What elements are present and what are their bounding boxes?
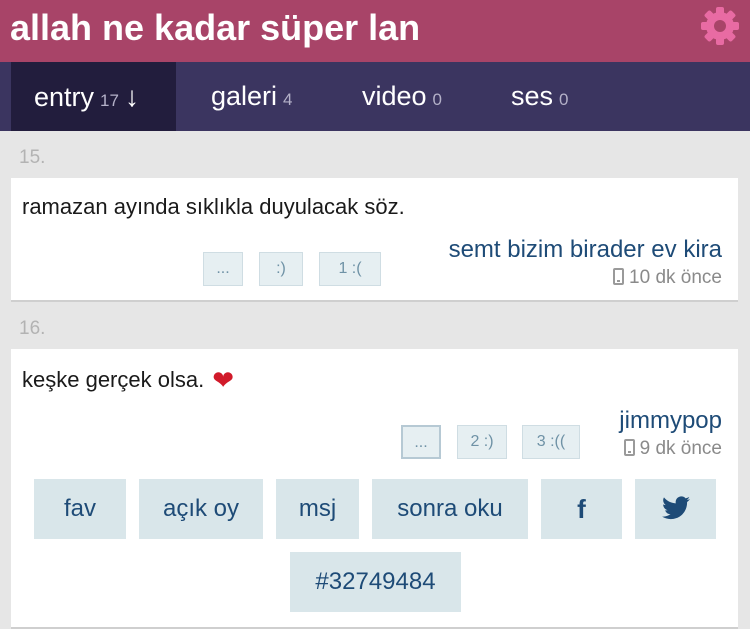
facebook-icon: f	[577, 494, 586, 524]
page-title: allah ne kadar süper lan	[10, 7, 421, 48]
tab-ses[interactable]: ses 0	[511, 62, 569, 131]
more-button[interactable]: ...	[203, 252, 243, 286]
fav-button[interactable]: fav	[34, 479, 126, 539]
mobile-phone-icon	[613, 268, 625, 285]
facebook-share-button[interactable]: f	[541, 479, 622, 539]
tab-galeri[interactable]: galeri 4	[211, 62, 293, 131]
time-label: 10 dk önce	[629, 267, 722, 288]
upvote-button[interactable]: 2 :)	[457, 425, 507, 459]
message-button[interactable]: msj	[276, 479, 359, 539]
author-link[interactable]: jimmypop	[619, 407, 722, 435]
mobile-phone-icon	[623, 439, 635, 456]
gear-icon[interactable]	[699, 5, 741, 47]
heart-icon: ❤	[212, 365, 234, 395]
downvote-button[interactable]: 3 :((	[522, 425, 580, 459]
entry-text-content: keşke gerçek olsa.	[22, 367, 205, 392]
entry-card: keşke gerçek olsa. ❤ ... 2 :) 3 :(( jimmy…	[11, 349, 738, 629]
entry-card: ramazan ayında sıklıkla duyulacak söz. .…	[11, 178, 738, 302]
more-button[interactable]: ...	[401, 425, 441, 459]
tab-label: entry	[34, 82, 95, 112]
entry-time: 9 dk önce	[623, 438, 722, 460]
tab-video[interactable]: video 0	[362, 62, 442, 131]
time-label: 9 dk önce	[639, 438, 722, 459]
twitter-icon	[661, 496, 690, 520]
tab-count: 0	[432, 90, 443, 109]
entry-id-button[interactable]: #32749484	[290, 552, 461, 612]
tab-bar: entry 17 ↓ galeri 4 video 0 ses 0	[0, 62, 750, 131]
tab-label: video	[362, 81, 427, 111]
tab-label: galeri	[211, 81, 278, 111]
author-link[interactable]: semt bizim birader ev kira	[449, 236, 722, 264]
open-vote-button[interactable]: açık oy	[139, 479, 263, 539]
tab-count: 0	[559, 90, 569, 109]
entry-text: keşke gerçek olsa. ❤	[22, 365, 234, 396]
entry-number: 15.	[19, 147, 46, 168]
tab-label: ses	[511, 81, 554, 111]
sort-arrow-icon: ↓	[124, 81, 139, 112]
downvote-button[interactable]: 1 :(	[319, 252, 381, 286]
upvote-button[interactable]: :)	[259, 252, 303, 286]
title-bar: allah ne kadar süper lan	[0, 0, 750, 62]
entry-text: ramazan ayında sıklıkla duyulacak söz.	[22, 194, 405, 219]
entry-time: 10 dk önce	[613, 267, 722, 289]
tab-count: 4	[283, 90, 293, 109]
twitter-share-button[interactable]	[635, 479, 716, 539]
tab-entry[interactable]: entry 17 ↓	[11, 62, 176, 131]
tab-count: 17	[100, 91, 119, 110]
entry-number: 16.	[19, 318, 46, 339]
read-later-button[interactable]: sonra oku	[372, 479, 528, 539]
